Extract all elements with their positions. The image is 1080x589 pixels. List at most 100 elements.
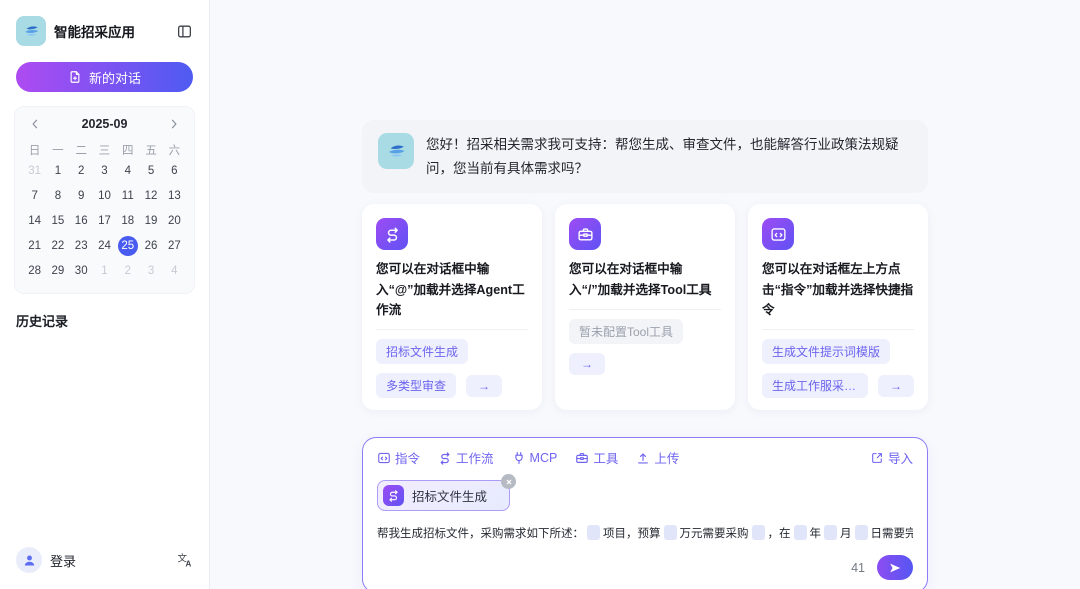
calendar-weekday: 日 <box>28 145 41 157</box>
suggestion-card: 您可以在对话框左上方点击“指令”加载并选择快捷指令生成文件提示词模版 生成工作服采… <box>748 204 928 411</box>
calendar-day[interactable]: 4 <box>164 261 184 281</box>
sidebar-footer: 登录 文A <box>14 547 195 573</box>
card-arrow-button[interactable]: → <box>878 374 914 397</box>
card-tag[interactable]: 生成工作服采购招... <box>762 373 868 399</box>
card-tag[interactable]: 多类型审查 <box>376 373 457 399</box>
sidebar: 智能招采应用 新的对话 2025-09 日一二三四五六 31 1 2 3 4 5 6 7 8 9 1… <box>0 0 210 589</box>
workflow-icon <box>383 485 404 507</box>
calendar-day[interactable]: 15 <box>48 211 68 231</box>
calendar-day[interactable]: 6 <box>164 161 184 181</box>
prompt-blank-field[interactable] <box>663 525 677 541</box>
calendar-day[interactable]: 13 <box>164 186 184 206</box>
prompt-text: 日需要完成采购 <box>870 528 914 541</box>
card-tag[interactable]: 招标文件生成 <box>376 339 469 365</box>
translate-icon[interactable]: 文A <box>177 552 193 569</box>
card-arrow-button[interactable]: → <box>569 353 605 376</box>
calendar-day[interactable]: 21 <box>25 236 45 256</box>
prompt-text: 帮我生成招标文件，采购需求如下所述： <box>377 528 584 541</box>
sidebar-collapse-icon[interactable] <box>176 23 193 40</box>
toolbar-item-command[interactable]: 指令 <box>377 448 420 467</box>
calendar-day[interactable]: 24 <box>94 236 114 256</box>
calendar-weekday: 一 <box>52 145 64 157</box>
calendar-prev-icon[interactable] <box>29 118 41 130</box>
calendar-next-icon[interactable] <box>168 118 180 130</box>
calendar-day[interactable]: 14 <box>25 211 45 231</box>
calendar-day[interactable]: 4 <box>118 161 138 181</box>
calendar-weekday: 三 <box>98 145 111 157</box>
toolbar-items: 指令 工作流 MCP 工具 上传 <box>377 448 679 467</box>
calendar-weekday-row: 日一二三四五六 <box>23 139 186 161</box>
send-button[interactable] <box>877 555 913 581</box>
calendar-day[interactable]: 5 <box>141 161 161 181</box>
calendar-day[interactable]: 28 <box>25 261 45 281</box>
card-tag-row: 多类型审查 → <box>376 373 528 399</box>
new-chat-label: 新的对话 <box>88 70 141 86</box>
calendar-day[interactable]: 11 <box>118 186 138 206</box>
chat-column: 您好！招采相关需求我可支持：帮您生成、审查文件，也能解答行业政策法规疑问，您当前… <box>362 0 928 589</box>
calendar-day[interactable]: 20 <box>164 211 184 231</box>
calendar-day-grid: 31 1 2 3 4 5 6 7 8 9 10 11 12 13 14 15 16 17 18 19 20 21 22 23 2… <box>23 161 186 281</box>
prompt-blank-field[interactable] <box>587 525 600 541</box>
card-title: 您可以在对话框左上方点击“指令”加载并选择快捷指令 <box>762 262 914 318</box>
prompt-blank-field[interactable] <box>793 525 807 541</box>
calendar-day[interactable]: 16 <box>71 211 91 231</box>
toolbar-item-label: 工具 <box>593 452 619 467</box>
card-tag[interactable]: 暂未配置Tool工具 <box>569 319 684 345</box>
card-arrow-button[interactable]: → <box>466 374 503 397</box>
prompt-blank-field[interactable] <box>824 525 837 541</box>
toolbar-item-upload[interactable]: 上传 <box>636 448 679 467</box>
calendar-day-selected[interactable]: 25 <box>117 236 138 256</box>
calendar-day[interactable]: 1 <box>94 261 114 281</box>
upload-icon <box>636 451 650 465</box>
workflow-chip[interactable]: 招标文件生成 <box>377 474 517 512</box>
calendar-day[interactable]: 12 <box>141 186 161 206</box>
toolbar-item-toolbox[interactable]: 工具 <box>575 448 618 467</box>
command-icon <box>377 451 391 465</box>
toolbox-icon <box>575 451 589 465</box>
prompt-text: ，在 <box>767 528 791 541</box>
chip-close-icon[interactable] <box>501 474 517 490</box>
calendar-day[interactable]: 7 <box>25 186 45 206</box>
calendar-day[interactable]: 26 <box>141 236 161 256</box>
toolbar-item-mcp[interactable]: MCP <box>512 448 558 467</box>
calendar-day[interactable]: 23 <box>71 236 91 256</box>
calendar-day[interactable]: 1 <box>48 161 68 181</box>
assistant-message-text: 您好！招采相关需求我可支持：帮您生成、审查文件，也能解答行业政策法规疑问，您当前… <box>426 137 899 176</box>
calendar-day[interactable]: 18 <box>118 211 138 231</box>
command-icon <box>762 218 794 251</box>
prompt-blank-field[interactable] <box>751 525 765 541</box>
history-section-label: 历史记录 <box>16 314 69 329</box>
sidebar-header: 智能招采应用 <box>14 14 195 58</box>
calendar-day[interactable]: 2 <box>118 261 138 281</box>
calendar-day[interactable]: 3 <box>94 161 114 181</box>
user-avatar[interactable] <box>16 547 42 573</box>
import-label: 导入 <box>887 452 913 467</box>
login-button[interactable]: 登录 <box>50 551 169 570</box>
calendar-day[interactable]: 2 <box>71 161 91 181</box>
calendar-day[interactable]: 29 <box>48 261 68 281</box>
assistant-message: 您好！招采相关需求我可支持：帮您生成、审查文件，也能解答行业政策法规疑问，您当前… <box>362 120 928 194</box>
calendar-day[interactable]: 9 <box>71 186 91 206</box>
workflow-chip-label: 招标文件生成 <box>412 490 488 505</box>
toolbox-icon <box>569 218 601 251</box>
toolbar-item-label: MCP <box>529 450 558 465</box>
calendar-day[interactable]: 3 <box>141 261 161 281</box>
calendar-day[interactable]: 22 <box>48 236 68 256</box>
calendar-day[interactable]: 31 <box>25 161 45 181</box>
new-chat-button[interactable]: 新的对话 <box>16 62 193 92</box>
message-input[interactable]: 帮我生成招标文件，采购需求如下所述： 项目，预算 万元需要采购 ，在 年 月 日需要完成采购 <box>377 523 913 545</box>
prompt-blank-field[interactable] <box>854 525 868 541</box>
toolbar-item-workflow[interactable]: 工作流 <box>438 448 494 467</box>
divider <box>569 309 721 311</box>
calendar-day[interactable]: 30 <box>71 261 91 281</box>
app-logo-icon <box>16 16 46 46</box>
calendar-header: 2025-09 <box>23 117 186 139</box>
card-tag[interactable]: 生成文件提示词模版 <box>762 339 891 365</box>
calendar-day[interactable]: 19 <box>141 211 161 231</box>
calendar-day[interactable]: 10 <box>94 186 114 206</box>
calendar-day[interactable]: 17 <box>94 211 114 231</box>
calendar-day[interactable]: 8 <box>48 186 68 206</box>
import-button[interactable]: 导入 <box>870 448 913 467</box>
card-title: 您可以在对话框中输入“/”加载并选择Tool工具 <box>569 262 712 297</box>
calendar-day[interactable]: 27 <box>164 236 184 256</box>
